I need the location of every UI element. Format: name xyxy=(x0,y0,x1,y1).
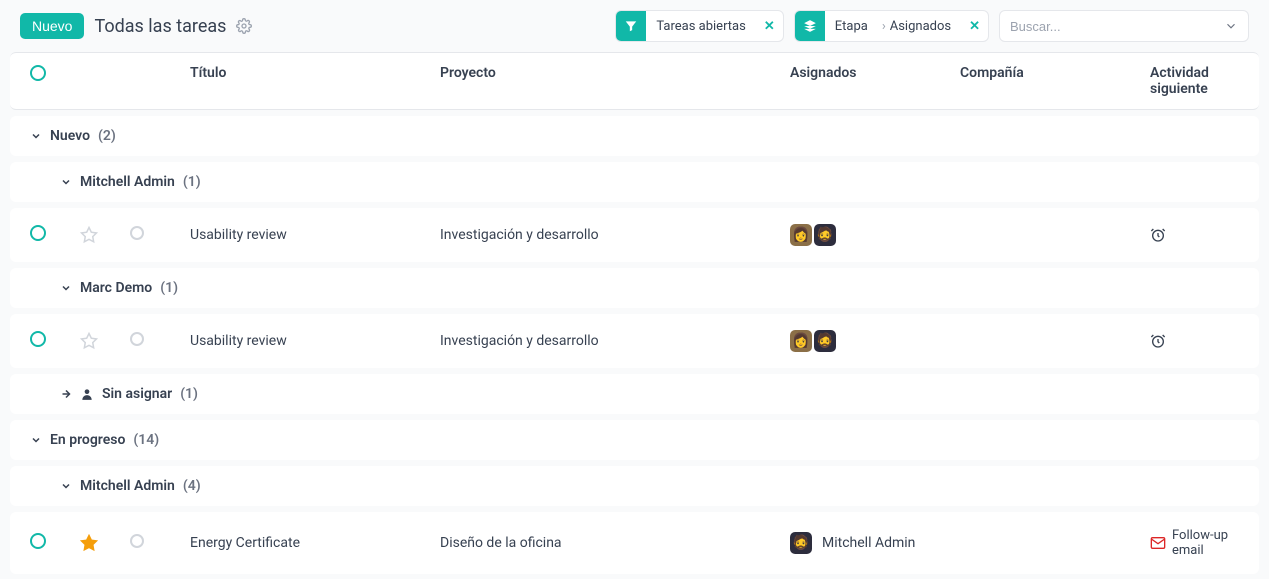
col-activity[interactable]: Actividad siguiente xyxy=(1150,65,1239,97)
clock-icon[interactable] xyxy=(1150,227,1166,243)
chevron-down-icon xyxy=(60,282,72,294)
subgroup-count: (1) xyxy=(180,386,198,402)
subgroup-row-mitchell[interactable]: Mitchell Admin (1) xyxy=(10,162,1259,202)
star-icon[interactable] xyxy=(80,332,130,350)
avatar: 🧔 xyxy=(814,224,836,246)
avatar: 👩 xyxy=(790,224,812,246)
assignee-name: Mitchell Admin xyxy=(822,535,915,551)
chevron-down-icon[interactable] xyxy=(1224,19,1238,33)
group-label: Nuevo xyxy=(50,128,90,144)
layers-icon xyxy=(795,11,825,41)
subgroup-count: (4) xyxy=(183,478,201,494)
chevron-down-icon xyxy=(60,480,72,492)
close-icon[interactable]: ✕ xyxy=(961,19,988,34)
subgroup-label: Mitchell Admin xyxy=(80,174,175,190)
status-indicator[interactable] xyxy=(130,534,144,548)
row-radio[interactable] xyxy=(30,533,46,549)
group-row-progress[interactable]: En progreso (14) xyxy=(10,420,1259,460)
activity-text: Follow-up email xyxy=(1172,528,1239,558)
filter-chip-label: Tareas abiertas xyxy=(646,19,755,34)
clock-icon[interactable] xyxy=(1150,333,1166,349)
assignee-cell[interactable]: 🧔 Mitchell Admin xyxy=(790,532,960,554)
col-assignees[interactable]: Asignados xyxy=(790,65,960,97)
gear-icon[interactable] xyxy=(236,18,252,34)
star-icon[interactable] xyxy=(80,226,130,244)
close-icon[interactable]: ✕ xyxy=(756,19,783,34)
col-project[interactable]: Proyecto xyxy=(440,65,790,97)
select-all-radio[interactable] xyxy=(30,65,46,81)
subgroup-label: Sin asignar xyxy=(102,386,172,402)
col-title[interactable]: Título xyxy=(190,65,440,97)
row-radio[interactable] xyxy=(30,225,46,241)
subgroup-label: Marc Demo xyxy=(80,280,152,296)
subgroup-label: Mitchell Admin xyxy=(80,478,175,494)
task-row[interactable]: Energy Certificate Diseño de la oficina … xyxy=(10,512,1259,574)
group-count: (2) xyxy=(98,128,116,144)
funnel-icon xyxy=(616,11,646,41)
table-header: Título Proyecto Asignados Compañía Activ… xyxy=(10,52,1259,110)
task-project: Investigación y desarrollo xyxy=(440,333,790,349)
subgroup-row-unassigned[interactable]: Sin asignar (1) xyxy=(10,374,1259,414)
status-indicator[interactable] xyxy=(130,226,144,240)
arrow-right-icon xyxy=(60,388,72,400)
task-row[interactable]: Usability review Investigación y desarro… xyxy=(10,208,1259,262)
group-label: En progreso xyxy=(50,432,125,448)
avatar: 🧔 xyxy=(790,532,812,554)
chevron-down-icon xyxy=(30,130,42,142)
task-title: Energy Certificate xyxy=(190,535,440,551)
col-company[interactable]: Compañía xyxy=(960,65,1150,97)
filter-chip-open-tasks[interactable]: Tareas abiertas ✕ xyxy=(615,10,783,42)
star-icon[interactable] xyxy=(80,534,130,552)
group-count: (14) xyxy=(133,432,159,448)
row-radio[interactable] xyxy=(30,331,46,347)
chevron-down-icon xyxy=(30,434,42,446)
task-title: Usability review xyxy=(190,227,440,243)
filter-chip-label-left: Etapa xyxy=(825,19,878,34)
subgroup-count: (1) xyxy=(183,174,201,190)
assignee-avatars[interactable]: 👩 🧔 xyxy=(790,330,960,352)
subgroup-row-mitchell4[interactable]: Mitchell Admin (4) xyxy=(10,466,1259,506)
group-row-nuevo[interactable]: Nuevo (2) xyxy=(10,116,1259,156)
subgroup-count: (1) xyxy=(160,280,178,296)
person-icon xyxy=(80,387,94,401)
task-project: Investigación y desarrollo xyxy=(440,227,790,243)
task-title: Usability review xyxy=(190,333,440,349)
new-button[interactable]: Nuevo xyxy=(20,13,84,39)
assignee-avatars[interactable]: 👩 🧔 xyxy=(790,224,960,246)
filter-chip-label-right: Asignados xyxy=(890,19,961,34)
chevron-down-icon xyxy=(60,176,72,188)
search-input[interactable] xyxy=(1010,19,1216,34)
mail-icon[interactable] xyxy=(1150,535,1166,551)
chevron-right-icon: › xyxy=(878,19,890,34)
task-row[interactable]: Usability review Investigación y desarro… xyxy=(10,314,1259,368)
status-indicator[interactable] xyxy=(130,332,144,346)
subgroup-row-marc[interactable]: Marc Demo (1) xyxy=(10,268,1259,308)
task-project: Diseño de la oficina xyxy=(440,535,790,551)
page-title: Todas las tareas xyxy=(94,16,226,37)
avatar: 🧔 xyxy=(814,330,836,352)
filter-chip-stage[interactable]: Etapa › Asignados ✕ xyxy=(794,10,989,42)
avatar: 👩 xyxy=(790,330,812,352)
search-box[interactable] xyxy=(999,10,1249,42)
